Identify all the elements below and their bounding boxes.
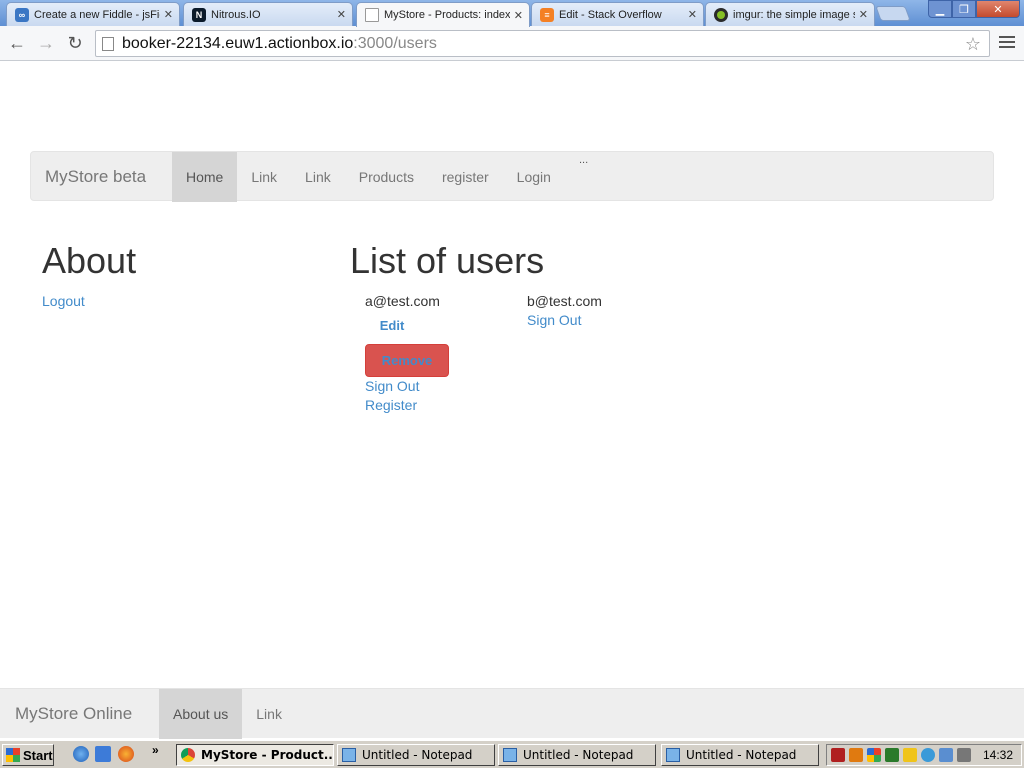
navbar-ellipsis: ... [579, 154, 589, 166]
navbar-brand[interactable]: MyStore beta [45, 152, 146, 202]
notepad-icon [342, 748, 356, 762]
new-tab-button[interactable] [875, 6, 911, 21]
close-tab-icon[interactable]: ✕ [688, 8, 697, 21]
taskbar-window-label: Untitled - Notepad [686, 748, 797, 762]
quicklaunch-chevron-icon[interactable]: » [152, 743, 159, 757]
browser-tab-strip: ∞ Create a new Fiddle - jsFiddle ✕ N Nit… [0, 0, 1024, 27]
acrobat-icon[interactable] [831, 748, 845, 762]
user-email: b@test.com [527, 293, 602, 309]
maximize-button[interactable]: ❐ [952, 0, 976, 18]
tab-title: Create a new Fiddle - jsFiddle [34, 8, 160, 21]
ie-quicklaunch-icon[interactable] [95, 746, 111, 762]
bookmark-star-icon[interactable]: ☆ [965, 34, 981, 55]
nav-link-register[interactable]: register [428, 152, 503, 202]
url-path: :3000/users [353, 34, 437, 52]
volume-icon[interactable] [957, 748, 971, 762]
firefox-icon[interactable] [118, 746, 134, 762]
display-icon[interactable] [939, 748, 953, 762]
nav-link-login[interactable]: Login [503, 152, 565, 202]
chrome-icon [181, 748, 195, 762]
sign-out-link[interactable]: Sign Out [365, 378, 419, 394]
browser-tab-imgur[interactable]: imgur: the simple image sharer ✕ [705, 2, 875, 26]
sign-out-link[interactable]: Sign Out [527, 312, 581, 328]
web-page: MyStore beta Home Link Link Products reg… [0, 62, 1024, 688]
close-tab-icon[interactable]: ✕ [337, 8, 346, 21]
browser-tab-nitrous[interactable]: N Nitrous.IO ✕ [183, 2, 353, 26]
nav-link-products[interactable]: Products [345, 152, 428, 202]
notepad-icon [666, 748, 680, 762]
address-bar[interactable]: booker-22134.euw1.actionbox.io:3000/user… [95, 30, 990, 57]
taskbar-window-notepad[interactable]: Untitled - Notepad [661, 744, 819, 766]
system-tray: 14:32 [826, 744, 1022, 766]
user-email: a@test.com [365, 293, 440, 309]
footer-links: About us Link [159, 689, 296, 739]
taskbar-window-notepad[interactable]: Untitled - Notepad [337, 744, 495, 766]
notepad-icon [503, 748, 517, 762]
close-tab-icon[interactable]: ✕ [164, 8, 173, 21]
tab-title: MyStore - Products: index [384, 9, 510, 21]
jsfiddle-icon: ∞ [15, 7, 29, 22]
update-icon[interactable] [921, 748, 935, 762]
close-window-button[interactable]: ✕ [976, 0, 1020, 18]
taskbar-clock: 14:32 [982, 748, 1013, 762]
browser-tab-jsfiddle[interactable]: ∞ Create a new Fiddle - jsFiddle ✕ [6, 2, 180, 26]
remove-button[interactable]: Remove [365, 344, 449, 377]
forward-arrow-icon[interactable]: → [35, 32, 57, 54]
tab-title: Nitrous.IO [211, 8, 261, 21]
start-label: Start [23, 747, 53, 763]
page-icon [365, 8, 379, 22]
nav-link-2[interactable]: Link [291, 152, 345, 202]
browser-toolbar: ← → ↻ booker-22134.euw1.actionbox.io:300… [0, 26, 1024, 61]
nav-link-1[interactable]: Link [237, 152, 291, 202]
java-icon[interactable] [849, 748, 863, 762]
close-tab-icon[interactable]: ✕ [514, 9, 523, 22]
top-navbar: MyStore beta Home Link Link Products reg… [30, 151, 994, 202]
footer-brand[interactable]: MyStore Online [15, 689, 132, 739]
stackoverflow-icon: ≡ [540, 7, 554, 22]
close-tab-icon[interactable]: ✕ [859, 8, 868, 21]
edit-button[interactable]: Edit [365, 314, 419, 338]
navbar-links: Home Link Link Products register Login [172, 152, 565, 202]
windows-flag-icon[interactable] [867, 748, 881, 762]
back-arrow-icon[interactable]: ← [6, 32, 28, 54]
internet-explorer-icon[interactable] [73, 746, 89, 762]
tab-title: imgur: the simple image sharer [733, 8, 855, 21]
nitrous-icon: N [192, 7, 206, 22]
register-link[interactable]: Register [365, 397, 417, 413]
minimize-button[interactable]: ▁ [928, 0, 952, 18]
taskbar-window-label: Untitled - Notepad [523, 748, 634, 762]
page-icon [102, 36, 114, 51]
footer-link-about-us[interactable]: About us [159, 689, 243, 739]
about-heading: About [42, 240, 137, 281]
reload-icon[interactable]: ↻ [64, 32, 86, 54]
taskbar-window-notepad[interactable]: Untitled - Notepad [498, 744, 656, 766]
windows-logo-icon [6, 748, 20, 762]
start-button[interactable]: Start [2, 744, 54, 766]
url-host: booker-22134.euw1.actionbox.io [122, 34, 354, 52]
footer-navbar: MyStore Online About us Link [0, 688, 1024, 739]
taskbar-window-chrome[interactable]: MyStore - Product... [176, 744, 334, 766]
nav-link-home[interactable]: Home [172, 152, 238, 202]
taskbar-window-label: MyStore - Product... [201, 748, 334, 762]
browser-tab-mystore[interactable]: MyStore - Products: index ✕ [356, 2, 530, 27]
footer-link[interactable]: Link [242, 689, 296, 739]
browser-tab-stackoverflow[interactable]: ≡ Edit - Stack Overflow ✕ [531, 2, 704, 26]
taskbar-window-label: Untitled - Notepad [362, 748, 473, 762]
chrome-menu-icon[interactable] [998, 33, 1016, 51]
imgur-icon [714, 7, 728, 22]
windows-taskbar: Start » MyStore - Product... Untitled - … [0, 740, 1024, 768]
security-shield-icon[interactable] [903, 748, 917, 762]
users-heading: List of users [350, 240, 545, 281]
logout-link[interactable]: Logout [42, 293, 85, 309]
tab-title: Edit - Stack Overflow [559, 8, 662, 21]
network-icon[interactable] [885, 748, 899, 762]
